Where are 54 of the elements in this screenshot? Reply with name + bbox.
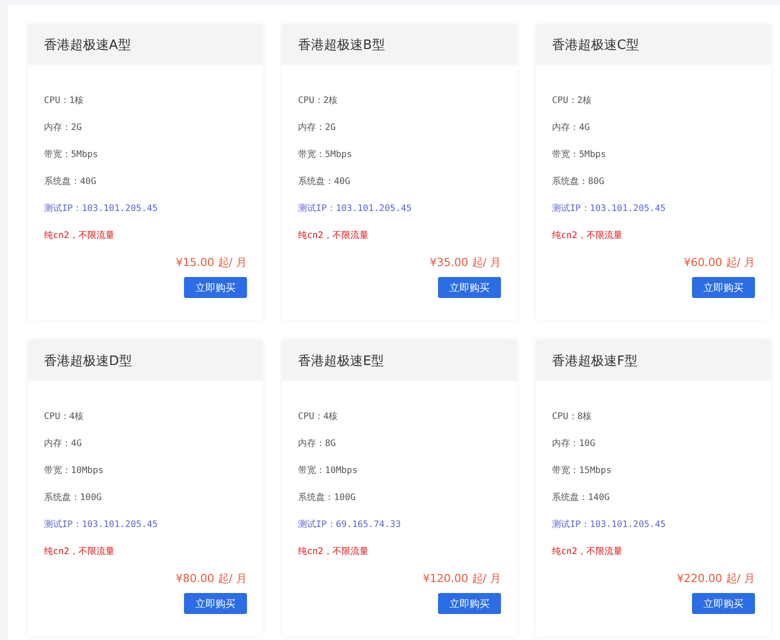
spec-text: 内存：2G — [298, 122, 337, 135]
price-text: ¥120.00 起/ 月 — [422, 571, 501, 587]
price-text: ¥35.00 起/ 月 — [430, 255, 501, 271]
note-text: 纯cn2，不限流量 — [552, 546, 624, 559]
spec-text: 系统盘：140G — [552, 492, 611, 505]
spec-text: 内存：4G — [552, 122, 591, 135]
spec-text: 系统盘：40G — [44, 176, 98, 189]
test-ip-text: 测试IP：103.101.205.45 — [552, 519, 667, 532]
test-ip-text: 测试IP：103.101.205.45 — [44, 203, 159, 216]
buy-button[interactable]: 立即购买 — [692, 277, 755, 298]
spec-text: CPU：4核 — [298, 411, 339, 424]
buy-button[interactable]: 立即购买 — [438, 593, 501, 614]
spec-text: 内存：2G — [44, 122, 83, 135]
spec-text: 带宽：5Mbps — [44, 149, 100, 162]
test-ip-text: 测试IP：103.101.205.45 — [552, 203, 667, 216]
price-text: ¥15.00 起/ 月 — [176, 255, 247, 271]
test-ip-text: 测试IP：103.101.205.45 — [298, 203, 413, 216]
buy-button[interactable]: 立即购买 — [184, 593, 247, 614]
spec-text: CPU：8核 — [552, 411, 593, 424]
note-text: 纯cn2，不限流量 — [552, 230, 624, 243]
price-text: ¥220.00 起/ 月 — [676, 571, 755, 587]
spec-text: 带宽：10Mbps — [44, 465, 105, 478]
test-ip-text: 测试IP：103.101.205.45 — [44, 519, 159, 532]
spec-text: 带宽：10Mbps — [298, 465, 359, 478]
spec-text: 内存：10G — [552, 438, 596, 451]
spec-text: CPU：2核 — [298, 95, 339, 108]
note-text: 纯cn2，不限流量 — [298, 546, 370, 559]
note-text: 纯cn2，不限流量 — [44, 230, 116, 243]
spec-text: 系统盘：80G — [552, 176, 606, 189]
spec-text: 带宽：5Mbps — [552, 149, 608, 162]
plan-title: 香港超极速E型 — [298, 352, 384, 370]
spec-text: 内存：8G — [298, 438, 337, 451]
buy-button[interactable]: 立即购买 — [438, 277, 501, 298]
price-text: ¥60.00 起/ 月 — [684, 255, 755, 271]
spec-text: 系统盘：100G — [44, 492, 103, 505]
test-ip-text: 测试IP：69.165.74.33 — [298, 519, 402, 532]
plan-title: 香港超极速F型 — [552, 352, 638, 370]
plan-title: 香港超极速A型 — [44, 36, 131, 54]
spec-text: CPU：2核 — [552, 95, 593, 108]
plan-title: 香港超极速D型 — [44, 352, 132, 370]
note-text: 纯cn2，不限流量 — [298, 230, 370, 243]
plan-title: 香港超极速C型 — [552, 36, 640, 54]
price-text: ¥80.00 起/ 月 — [176, 571, 247, 587]
note-text: 纯cn2，不限流量 — [44, 546, 116, 559]
plan-title: 香港超极速B型 — [298, 36, 385, 54]
spec-text: CPU：4核 — [44, 411, 85, 424]
spec-text: 系统盘：40G — [298, 176, 352, 189]
spec-text: CPU：1核 — [44, 95, 85, 108]
buy-button[interactable]: 立即购买 — [184, 277, 247, 298]
buy-button[interactable]: 立即购买 — [692, 593, 755, 614]
spec-text: 内存：4G — [44, 438, 83, 451]
spec-text: 带宽：5Mbps — [298, 149, 354, 162]
spec-text: 系统盘：100G — [298, 492, 357, 505]
spec-text: 带宽：15Mbps — [552, 465, 613, 478]
